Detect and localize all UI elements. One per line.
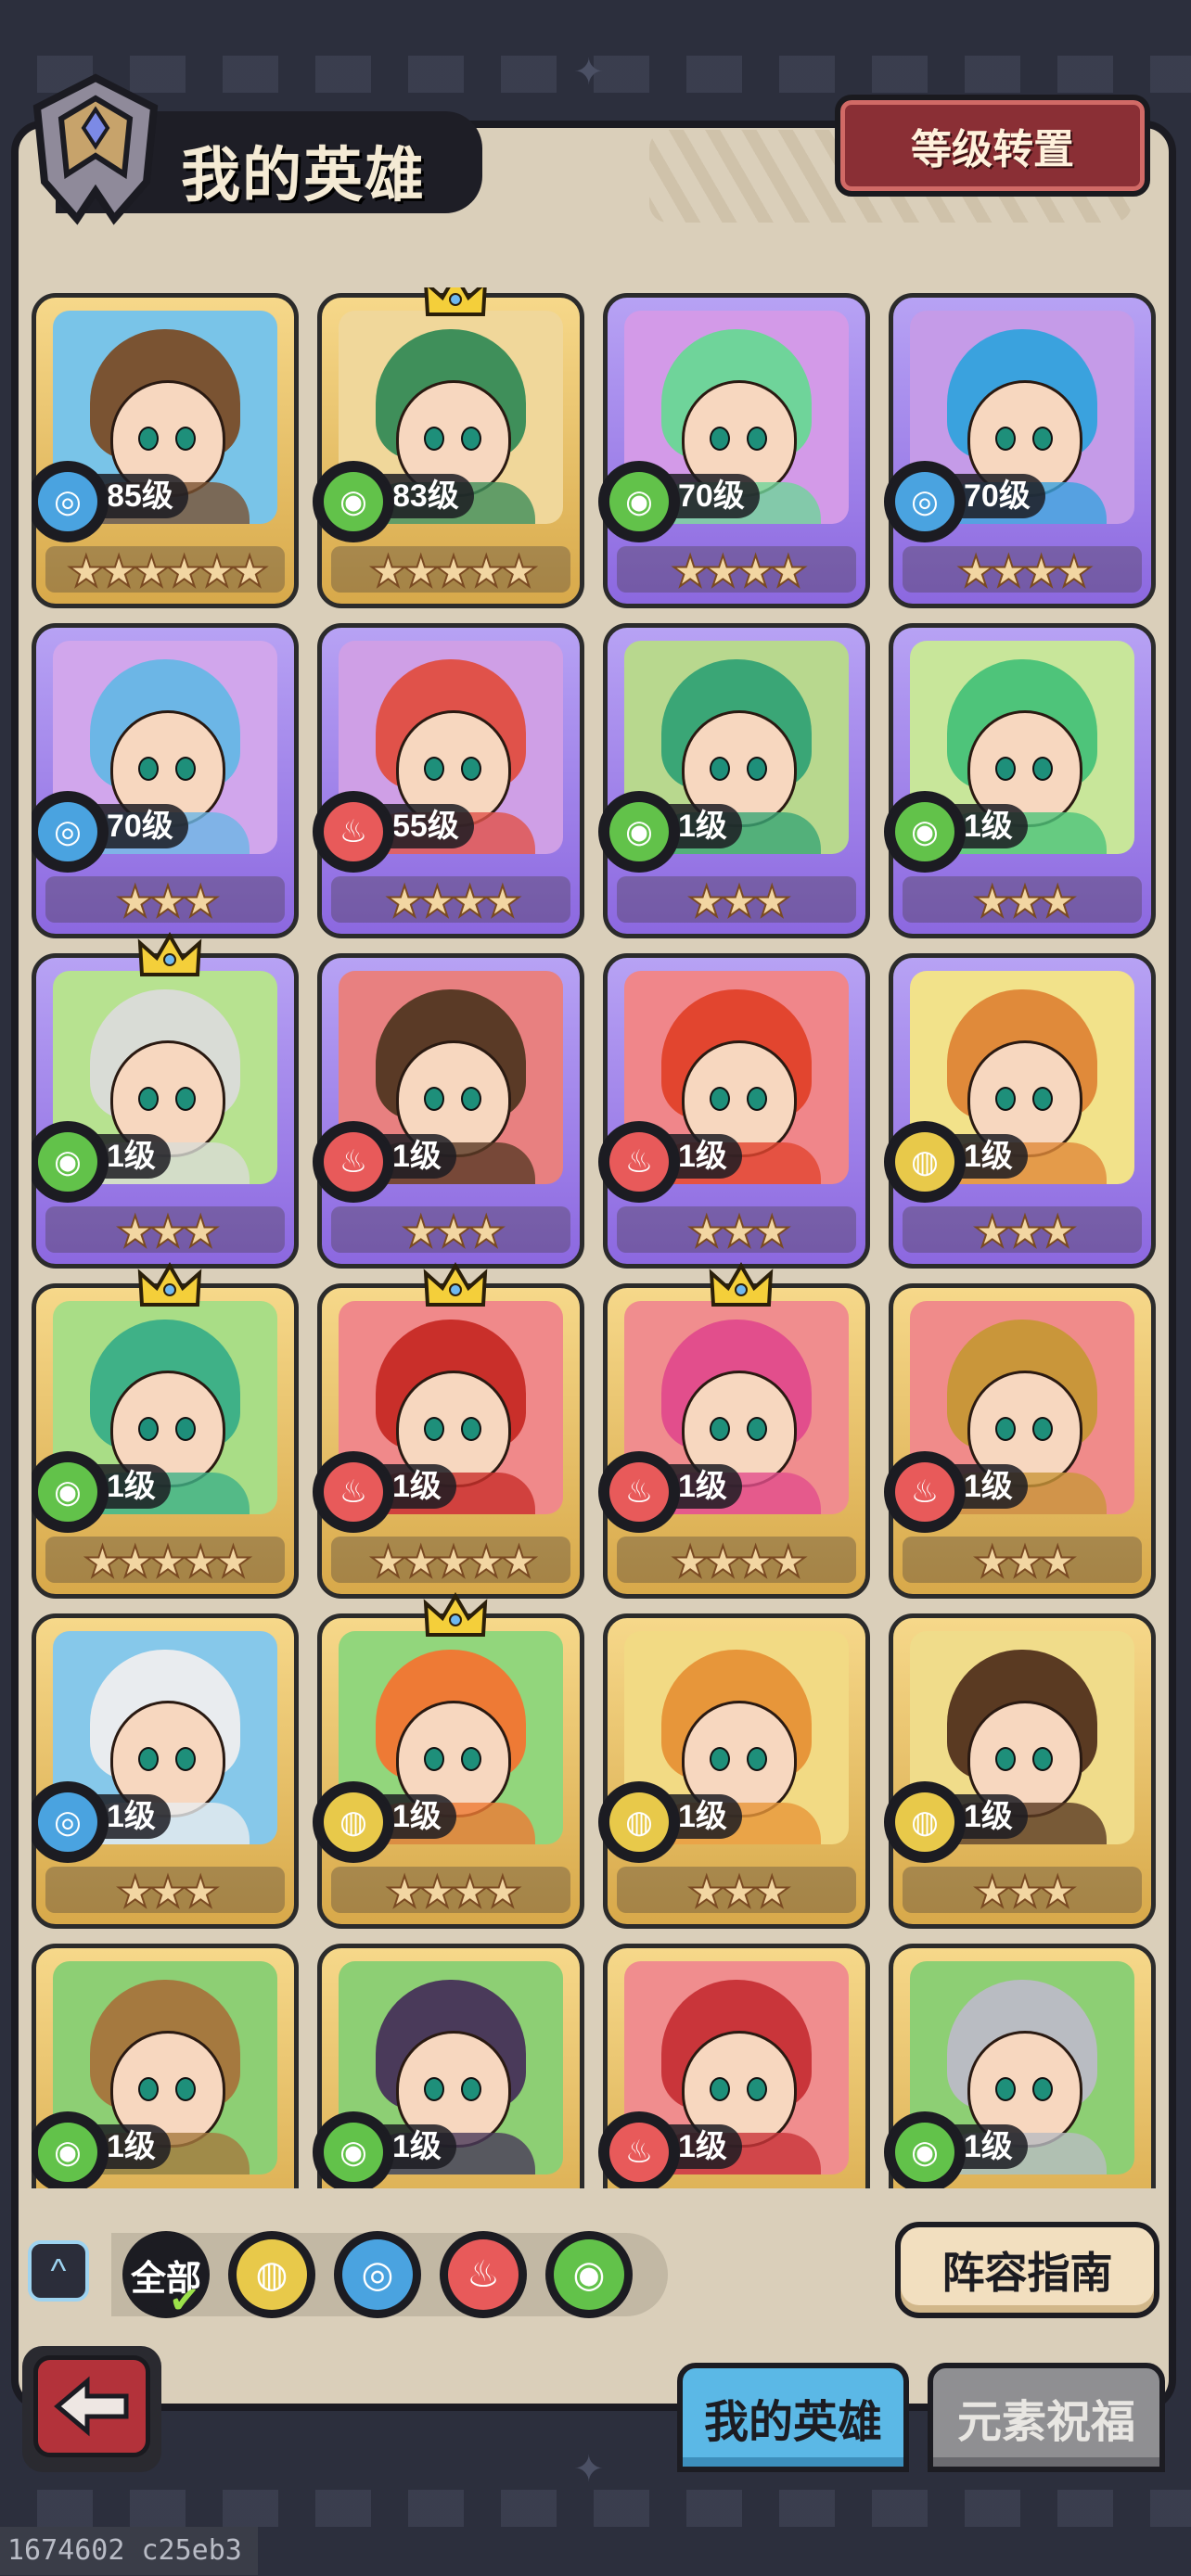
lineup-guide-button[interactable]: 阵容指南 (895, 2222, 1159, 2318)
hero-stars: ★★★★★ (83, 1537, 253, 1587)
wood-element-icon: ◉ (32, 2111, 109, 2188)
wood-element-icon: ◉ (313, 2111, 394, 2188)
hero-card[interactable]: 1级 ♨ ★★★★ (598, 1262, 870, 1599)
hero-stars: ★★★★ (385, 876, 523, 926)
watermark-text: 1674602 c25eb3 (0, 2527, 258, 2575)
water-element-icon: ◎ (32, 1781, 109, 1863)
water-element-icon: ◎ (32, 791, 109, 873)
fire-element-icon: ♨ (313, 791, 394, 873)
filter-all-chip[interactable]: 全部 ✔ (122, 2231, 210, 2321)
hero-card[interactable]: 1级♨★★★ (884, 1283, 1156, 1599)
wood-element-icon: ◉ (598, 461, 680, 542)
hero-card[interactable]: 1级◉★★★ (598, 623, 870, 938)
crown-icon (137, 932, 202, 976)
hero-card[interactable]: 70级 ◉ ★★★★ (598, 293, 870, 608)
crown-icon (424, 287, 487, 316)
hero-card[interactable]: 83级 ◉ ★★★★★ (313, 287, 584, 608)
hero-card[interactable]: 1级 ◎ ★★★ (32, 1613, 299, 1929)
hero-card[interactable]: 1级♨★★★ (313, 953, 584, 1269)
hero-stars: ★★★★ (956, 546, 1095, 596)
fire-element-icon: ♨ (313, 1121, 394, 1203)
wood-element-icon: ◉ (598, 791, 680, 873)
earth-icon: ◍ (237, 2239, 307, 2310)
hero-card[interactable]: 1级 ♨ ★★★★★ (313, 1262, 584, 1599)
water-element-icon: ◎ (884, 461, 966, 542)
filter-water-chip[interactable]: ◎ (334, 2231, 421, 2318)
hero-stars: ★★★ (686, 1206, 792, 1256)
hero-card[interactable]: 1级◉★★★ (32, 1944, 299, 2188)
filter-fire-chip[interactable]: ♨ (440, 2231, 527, 2318)
back-arrow-icon (54, 2376, 129, 2437)
hero-card[interactable]: 70级 ◎ ★★★★ (884, 293, 1156, 608)
hero-stars: ★★★★★★ (66, 546, 269, 596)
hero-stars: ★★★ (115, 876, 221, 926)
hero-card[interactable]: 1级♨★★★ (598, 1944, 870, 2188)
tab-element-blessing[interactable]: 元素祝福 (928, 2363, 1165, 2472)
fire-element-icon: ♨ (598, 1121, 680, 1203)
filter-earth-chip[interactable]: ◍ (228, 2231, 315, 2318)
fire-element-icon: ♨ (598, 1451, 680, 1533)
wood-element-icon: ◉ (32, 1451, 109, 1533)
earth-element-icon: ◍ (884, 1781, 966, 1863)
checkmark-icon: ✔ (169, 2280, 200, 2321)
hero-card[interactable]: 1级 ◍ ★★★ (884, 953, 1156, 1269)
fire-element-icon: ♨ (598, 2111, 680, 2188)
hero-stars: ★★★★ (671, 546, 809, 596)
hero-card[interactable]: 70级 ◎ ★★★ (32, 623, 299, 938)
collapse-up-button[interactable]: ^ (28, 2240, 89, 2302)
hero-card[interactable]: 1级 ◍ ★★★ (598, 1613, 870, 1929)
hero-stars: ★★★ (972, 1206, 1078, 1256)
crown-icon (423, 1592, 488, 1637)
helmet-icon (32, 73, 159, 225)
hero-stars: ★★★ (401, 1206, 506, 1256)
back-button[interactable] (22, 2346, 161, 2472)
sparkle-icon: ✦ (573, 52, 605, 93)
hero-stars: ★★★ (115, 1206, 221, 1256)
hero-stars: ★★★ (115, 1867, 221, 1917)
wood-icon: ◉ (554, 2239, 624, 2310)
fire-icon: ♨ (448, 2239, 519, 2310)
hero-stars: ★★★ (972, 876, 1078, 926)
wood-element-icon: ◉ (313, 461, 394, 542)
hero-card[interactable]: 1级◉★★★ (884, 1944, 1156, 2188)
wood-element-icon: ◉ (32, 1121, 109, 1203)
sparkle-icon: ✦ (573, 2449, 605, 2490)
water-icon: ◎ (342, 2239, 413, 2310)
hero-card[interactable]: 1级◉★★★ (313, 1944, 584, 2188)
level-transfer-button[interactable]: 等级转置 (835, 95, 1150, 197)
wood-element-icon: ◉ (884, 2111, 966, 2188)
crown-icon (423, 1262, 488, 1307)
earth-element-icon: ◍ (313, 1781, 394, 1863)
hero-stars: ★★★★★ (368, 546, 539, 596)
page-title: 我的英雄 (181, 142, 426, 209)
filter-wood-chip[interactable]: ◉ (545, 2231, 633, 2318)
crown-icon (137, 1262, 202, 1307)
element-filter-bar: ^ 全部 ✔ ◍ ◎ ♨ ◉ (19, 2225, 668, 2327)
earth-element-icon: ◍ (884, 1121, 966, 1203)
hero-card[interactable]: 1级 ◍ ★★★★ (313, 1592, 584, 1929)
hero-stars: ★★★ (686, 876, 792, 926)
hero-stars: ★★★★★ (368, 1537, 539, 1587)
hero-card[interactable]: 1级◉★★★ (32, 932, 299, 1269)
water-element-icon: ◎ (32, 461, 109, 542)
bottom-decoration (0, 2490, 1191, 2527)
tab-my-heroes[interactable]: 我的英雄 (677, 2363, 909, 2472)
hero-card[interactable]: 1级 ◉ ★★★★★ (32, 1262, 299, 1599)
hero-stars: ★★★ (972, 1537, 1078, 1587)
hero-card[interactable]: 1级◉★★★ (884, 623, 1156, 938)
fire-element-icon: ♨ (313, 1451, 394, 1533)
hero-stars: ★★★ (686, 1867, 792, 1917)
hero-card[interactable]: 85级 ◎ ★★★★★★ (32, 293, 299, 608)
hero-card[interactable]: 55级 ♨ ★★★★ (313, 623, 584, 938)
hero-stars: ★★★ (972, 1867, 1078, 1917)
fire-element-icon: ♨ (884, 1451, 966, 1533)
hero-stars: ★★★★ (385, 1867, 523, 1917)
earth-element-icon: ◍ (598, 1781, 680, 1863)
wood-element-icon: ◉ (884, 791, 966, 873)
hero-card[interactable]: 1级 ◍ ★★★ (884, 1613, 1156, 1929)
hero-grid: 85级 ◎ ★★★★★★ 83级 ◉ ★★★★★ 70级 ◉ ★★★★ 70级 ◎ ★★★★ 70级 ◎ ★… (32, 287, 1163, 2188)
hero-stars: ★★★★ (671, 1537, 809, 1587)
hero-card[interactable]: 1级♨★★★ (598, 953, 870, 1269)
crown-icon (709, 1262, 774, 1307)
